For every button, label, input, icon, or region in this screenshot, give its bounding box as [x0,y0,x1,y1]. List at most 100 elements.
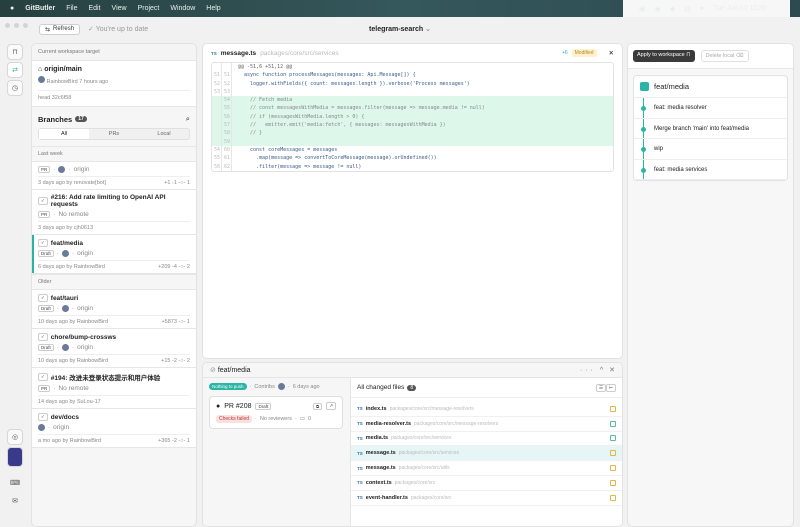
clock[interactable]: Tue Jun 10 11:30 [713,5,767,12]
branch-footer: 3 days ago by cjh0613 [38,221,190,231]
stack-branch-name[interactable]: feat/media [654,82,689,91]
file-name: context.ts [365,479,392,486]
new-line-number: 57 [223,121,232,130]
branch-item[interactable]: ✓ #216: Add rate limiting to OpenAI API r… [32,190,196,235]
close-icon[interactable]: ✕ [609,366,615,374]
external-link-icon[interactable]: ↗ [326,402,336,410]
branch-item[interactable]: ✓ chore/bump-crossws Draft · · origin 10 da… [32,329,196,368]
new-line-number: 55 [223,104,232,113]
apple-icon[interactable]: ● [10,5,14,12]
calendar-icon[interactable]: ▣ [639,5,646,13]
file-row[interactable]: TS media.ts packages/core/src/services [351,432,622,447]
search-icon[interactable]: ⌕ [186,114,190,124]
file-row[interactable]: TS message.ts packages/core/src/services [351,446,622,462]
branch-icon [640,82,649,91]
branch-item[interactable]: ✓ feat/tauri Draft · · origin 10 days ago b… [32,290,196,329]
branch-filter-tabs: All PRs Local [38,128,190,140]
collapse-icon[interactable]: ^ [600,367,603,374]
branch-checkbox-icon[interactable]: ✓ [38,197,48,205]
code-line: 56 // if (messagesWithMedia.length > 0) … [212,112,613,122]
avatar [277,383,285,390]
tab-all[interactable]: All [39,129,89,139]
more-icon[interactable]: ··· [580,367,596,374]
vpn-icon[interactable]: ◆ [670,5,675,13]
branch-checkbox-icon[interactable]: ✓ [38,294,48,302]
commit-item[interactable]: wip [634,139,787,160]
tab-prs[interactable]: PRs [89,129,139,139]
apply-to-workspace-button[interactable]: Apply to workspace ⊓ [633,50,695,62]
tree-view-icon[interactable]: ⊢ [606,383,616,392]
menu-window[interactable]: Window [170,5,195,12]
commit-item[interactable]: feat: media resolver [634,98,787,119]
menu-edit[interactable]: Edit [88,5,100,12]
project-selector[interactable]: telegram-search ⌄ [0,25,800,33]
mail-icon[interactable]: ✉ [7,493,23,509]
branch-checkbox-icon[interactable]: ✓ [38,239,48,247]
branch-item[interactable]: ✓ dev/docs · origin a mo ago by RainbowBir… [32,409,196,448]
file-row[interactable]: TS message.ts packages/core/src/utils [351,461,622,476]
new-line-number: 53 [223,87,232,97]
branch-details-title: feat/media [217,366,251,374]
workspace-target[interactable]: ⌂ origin/main RainbowBird 7 hours ago he… [32,61,196,107]
menu-app[interactable]: GitButler [25,5,55,12]
menu-help[interactable]: Help [206,5,220,12]
file-name: event-handler.ts [365,494,408,501]
keyboard-icon[interactable]: ⌨ [7,475,23,491]
branch-checkbox-icon[interactable]: ✓ [38,333,48,341]
new-line-number: 54 [223,96,232,105]
branch-item[interactable]: ✓ feat/media Draft · · origin 6 days ago by… [32,235,196,274]
commit-item[interactable]: feat: media services [634,159,787,180]
old-line-number [212,137,222,146]
file-row[interactable]: TS event-handler.ts packages/core/src [351,491,622,506]
avatar [38,76,45,83]
workspace-icon[interactable]: ⊓ [7,44,23,60]
branch-checkbox-icon[interactable]: ✓ [38,373,48,381]
checks-status[interactable]: Checks failed [216,415,253,423]
code-text: logger.withFields({ count: messages.leng… [244,80,470,87]
menu-project[interactable]: Project [138,5,160,12]
copy-icon[interactable]: ⧉ [313,402,323,410]
code-line: 55 61 .map(message => convertToCoreMessag… [212,154,613,163]
pr-tag: PR [38,211,51,218]
delete-local-button[interactable]: Delete local ⌫ [700,50,749,62]
file-name: media.ts [365,435,389,442]
history-icon[interactable]: ◷ [7,80,23,96]
pr-number[interactable]: PR #208 [224,403,251,410]
avatar [61,250,69,257]
typescript-icon: TS [357,421,363,427]
chat-icon[interactable]: ◉ [655,5,661,13]
pr-card[interactable]: ● PR #208 Draft ⧉ ↗ Checks failed · No r… [209,396,343,429]
tab-local[interactable]: Local [139,129,189,139]
changed-files-count: 8 [407,384,417,391]
file-modified-icon [610,405,616,412]
list-view-icon[interactable]: ☰ [596,383,607,392]
hunk-text: @@ -51,6 +51,12 @@ [238,64,293,70]
control-center-icon[interactable]: ▤ [684,5,691,13]
branch-checkbox-icon[interactable]: ✓ [38,413,48,421]
old-line-number [212,96,222,105]
old-line-number: 55 [213,154,222,163]
file-row[interactable]: TS context.ts packages/core/src [351,476,622,491]
branch-item[interactable]: PR · · origin 3 days ago by renovate[bot]… [32,162,196,190]
menu-file[interactable]: File [66,5,77,12]
project-avatar[interactable] [7,447,23,467]
commit-item[interactable]: Merge branch 'main' into feat/media [634,118,787,139]
code-line: 54 60 const coreMessages = messages [212,145,613,155]
file-row[interactable]: TS media-resolver.ts packages/core/src/mes… [351,417,622,432]
menu-view[interactable]: View [112,5,127,12]
more-icon[interactable]: ··· [623,5,630,12]
branch-item[interactable]: ✓ #194: 改进未登录状态提示和用户体验 PR · No remote 14 da… [32,368,196,409]
pr-tag: PR [38,385,51,392]
camera-icon[interactable]: ◎ [7,429,23,445]
pr-state-badge: Draft [255,402,272,410]
file-row[interactable]: TS index.ts packages/core/src/message-reso… [351,402,622,417]
code-line: 59 [212,137,613,146]
siri-icon[interactable]: ● [700,5,704,12]
close-icon[interactable]: ✕ [609,49,614,57]
branches-icon[interactable]: ⇄ [7,62,23,78]
code-line: 54 // Fetch media [212,96,613,105]
branch-author: 14 days ago by SuLou-17 [38,399,101,405]
chevron-down-icon: ⌄ [425,26,431,33]
branch-title-row: ✓ chore/bump-crossws [38,333,190,341]
branch-name: feat/media [50,239,83,247]
